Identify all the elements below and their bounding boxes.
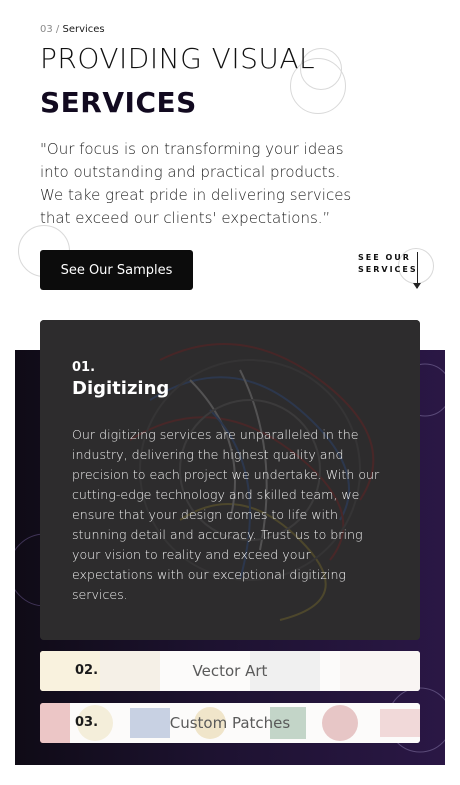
service-title: Vector Art <box>192 662 268 680</box>
service-number: 01. <box>72 360 96 375</box>
service-title: Custom Patches <box>169 714 291 732</box>
page-title-line-1: PROVIDING VISUAL <box>40 42 316 75</box>
breadcrumb-separator: / <box>52 24 63 35</box>
arrow-head-icon <box>413 283 421 289</box>
service-card-vector-art[interactable]: 02. Vector Art <box>40 651 420 691</box>
service-card-digitizing[interactable]: 01. Digitizing Our digitizing services a… <box>40 320 420 640</box>
service-card-custom-patches[interactable]: 03. Custom Patches <box>40 703 420 743</box>
see-services-link[interactable]: SEE OUR SERVICES <box>358 252 418 276</box>
see-samples-button[interactable]: See Our Samples <box>40 250 193 290</box>
page-title-line-2: SERVICES <box>40 86 197 119</box>
intro-quote: "Our focus is on transforming your ideas… <box>40 140 352 227</box>
service-title: Digitizing <box>72 378 170 399</box>
breadcrumb-number: 03 <box>40 24 53 35</box>
service-description: Our digitizing services are unparalleled… <box>72 427 380 602</box>
breadcrumb: 03 / Services <box>40 24 105 35</box>
breadcrumb-label[interactable]: Services <box>62 24 104 35</box>
